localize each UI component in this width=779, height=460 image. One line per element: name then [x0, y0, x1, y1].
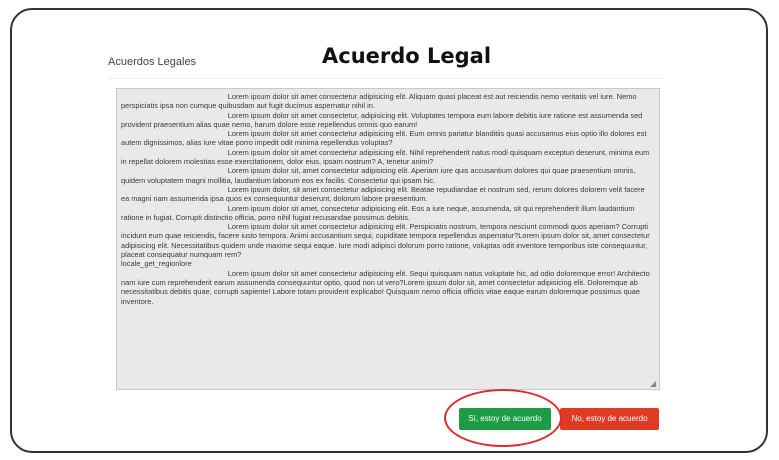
- highlight-annotation-circle: [444, 389, 562, 447]
- resize-handle-icon[interactable]: ◢: [650, 380, 658, 388]
- breadcrumb[interactable]: Acuerdos Legales: [108, 56, 196, 68]
- agreement-textarea[interactable]: Lorem ipsum dolor sit amet consectetur a…: [116, 88, 660, 390]
- page-title: Acuerdo Legal: [322, 44, 492, 68]
- header-divider: [108, 78, 664, 79]
- decline-button[interactable]: No, estoy de acuerdo: [560, 408, 659, 430]
